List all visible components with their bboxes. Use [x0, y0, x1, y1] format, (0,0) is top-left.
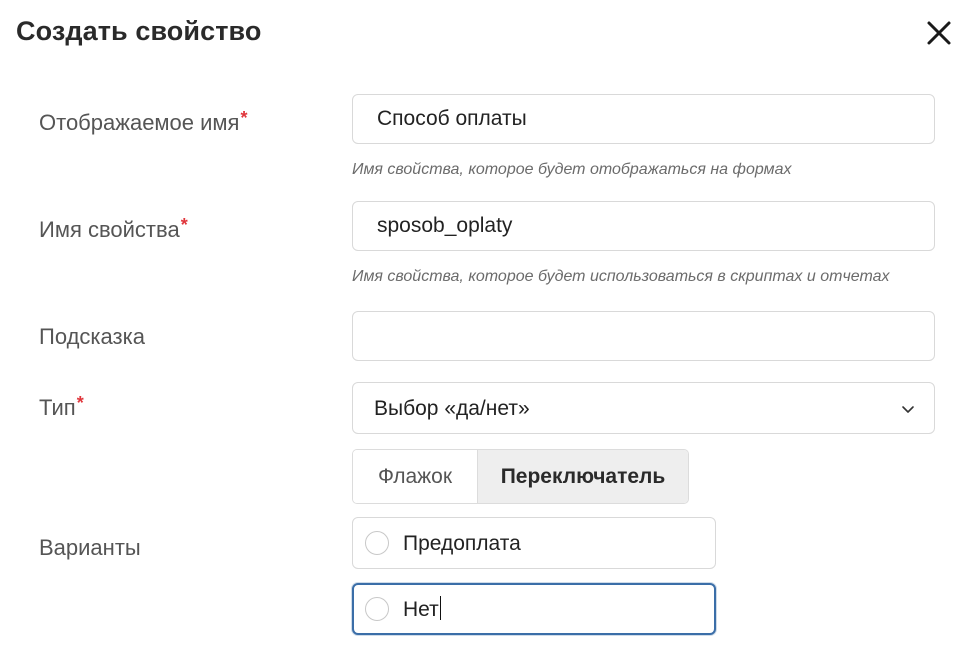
toggle-radio[interactable]: Переключатель: [477, 450, 688, 503]
type-select-value: Выбор «да/нет»: [374, 397, 530, 420]
variant-option-value: Нет: [403, 598, 439, 621]
variant-option-focused[interactable]: Нет: [352, 583, 716, 635]
required-mark: *: [240, 108, 248, 128]
property-name-input[interactable]: [352, 201, 935, 251]
variant-option-text: Предоплата: [403, 532, 521, 555]
close-button[interactable]: [922, 16, 956, 50]
type-label-text: Тип: [39, 395, 76, 420]
required-mark: *: [76, 393, 84, 413]
close-icon: [927, 21, 951, 45]
variant-option[interactable]: Предоплата: [352, 517, 716, 569]
variant-option-text: Нет: [403, 596, 441, 622]
radio-button[interactable]: [365, 531, 389, 555]
toggle-checkbox[interactable]: Флажок: [353, 450, 477, 503]
display-name-hint: Имя свойства, которое будет отображаться…: [352, 161, 792, 178]
type-label: Тип*: [39, 393, 84, 421]
chevron-down-icon: [902, 406, 914, 413]
variants-label: Варианты: [39, 535, 141, 560]
radio-button[interactable]: [365, 597, 389, 621]
display-name-label: Отображаемое имя*: [39, 108, 248, 136]
display-name-label-text: Отображаемое имя: [39, 110, 240, 135]
property-name-label: Имя свойства*: [39, 215, 188, 243]
text-caret: [439, 596, 441, 621]
type-select[interactable]: Выбор «да/нет»: [352, 382, 935, 434]
dialog-title: Создать свойство: [16, 16, 262, 46]
create-property-dialog: Создать свойство Отображаемое имя* Имя с…: [0, 0, 974, 663]
required-mark: *: [180, 215, 188, 235]
tooltip-input[interactable]: [352, 311, 935, 361]
display-name-input[interactable]: [352, 94, 935, 144]
tooltip-label: Подсказка: [39, 324, 145, 349]
property-name-label-text: Имя свойства: [39, 217, 180, 242]
property-name-hint: Имя свойства, которое будет использовать…: [352, 268, 890, 285]
view-toggle: Флажок Переключатель: [352, 449, 689, 504]
